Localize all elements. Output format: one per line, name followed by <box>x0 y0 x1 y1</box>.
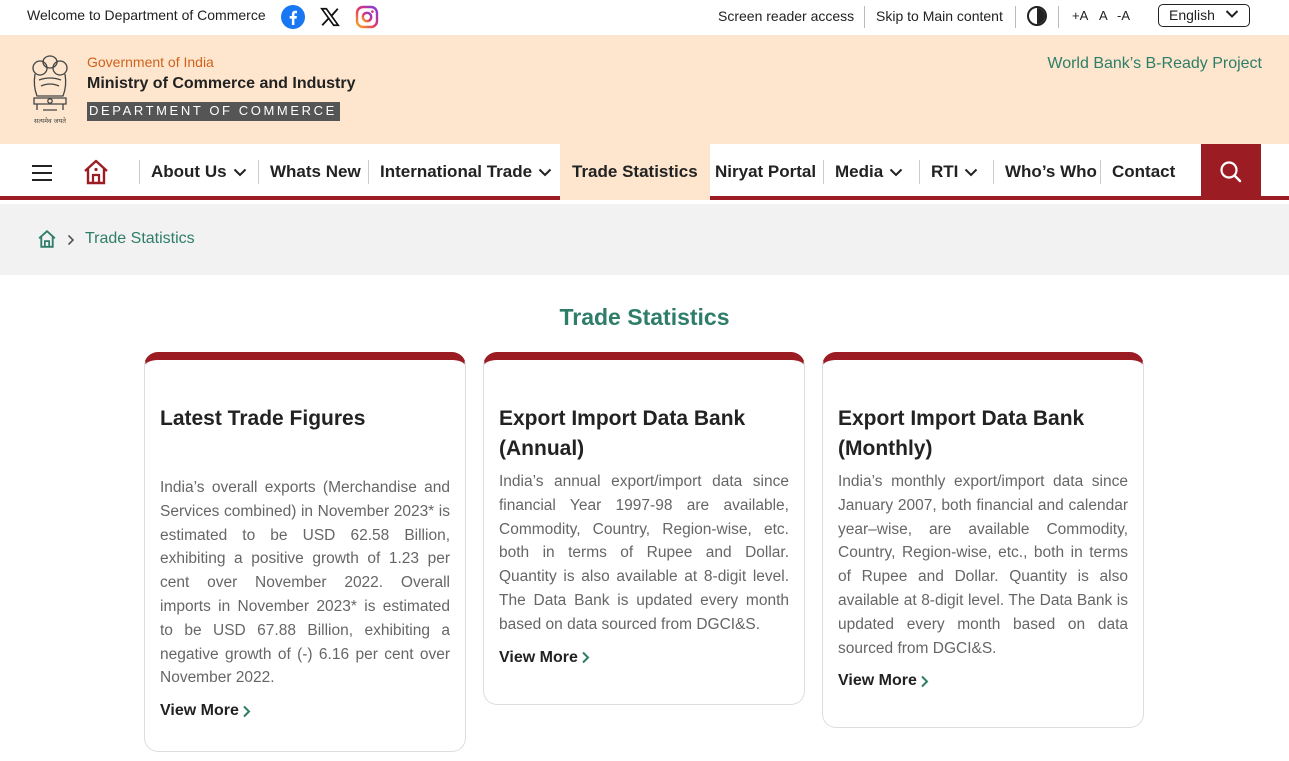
search-icon <box>1220 161 1242 183</box>
emblem-logo[interactable]: सत्यमेव जयते <box>27 52 73 128</box>
home-icon[interactable] <box>82 158 110 191</box>
card-body: India’s overall exports (Merchandise and… <box>160 479 450 687</box>
utility-bar: Welcome to Department of Commerce Screen… <box>0 0 1289 35</box>
chevron-right-icon <box>67 234 75 246</box>
nav-label: Niryat Portal <box>715 162 817 181</box>
font-normal-button[interactable]: A <box>1099 8 1108 23</box>
card-title: Latest Trade Figures <box>160 407 366 430</box>
nav-media[interactable]: Media <box>823 144 915 200</box>
card-body: India’s monthly export/import data since… <box>838 473 1128 657</box>
divider <box>1058 6 1059 28</box>
view-more-link[interactable]: View More <box>838 672 1128 690</box>
menu-icon[interactable] <box>32 165 52 181</box>
card-title: Export Import Data Bank (Monthly) <box>838 407 1085 460</box>
breadcrumb: Trade Statistics <box>0 204 1289 275</box>
nav-label: Media <box>835 162 884 181</box>
search-button[interactable] <box>1201 144 1261 200</box>
nav-rti[interactable]: RTI <box>919 144 990 200</box>
nav-label: RTI <box>931 162 959 181</box>
nav-international-trade[interactable]: International Trade <box>368 144 564 200</box>
chevron-right-icon <box>582 651 590 664</box>
chevron-down-icon <box>889 168 903 176</box>
divider <box>864 6 865 28</box>
chevron-down-icon <box>965 168 978 176</box>
view-more-link[interactable]: View More <box>160 702 450 720</box>
nav-label: Trade Statistics <box>572 162 698 181</box>
nav-label: About Us <box>151 162 227 181</box>
language-select[interactable]: English <box>1158 4 1250 27</box>
chevron-right-icon <box>921 675 929 688</box>
breadcrumb-home-icon[interactable] <box>37 229 57 254</box>
font-decrease-button[interactable]: -A <box>1117 8 1130 23</box>
card-body: India’s annual export/import data since … <box>499 473 789 633</box>
world-bank-link[interactable]: World Bank’s B-Ready Project <box>1047 55 1262 73</box>
ministry-title: Ministry of Commerce and Industry <box>87 75 356 92</box>
card-export-import-annual: Export Import Data Bank (Annual) India’s… <box>483 352 805 705</box>
nav-label: International Trade <box>380 162 533 181</box>
page-title: Trade Statistics <box>559 304 730 330</box>
x-icon[interactable] <box>317 4 343 30</box>
main-navigation: About Us Whats New International Trade T… <box>0 144 1289 200</box>
nav-label: Whats New <box>270 162 361 181</box>
chevron-down-icon <box>1225 10 1239 18</box>
emblem-caption: सत्यमेव जयते <box>34 117 66 125</box>
nav-contact[interactable]: Contact <box>1100 144 1187 200</box>
view-more-label: View More <box>838 672 917 690</box>
skip-main-link[interactable]: Skip to Main content <box>876 8 1003 24</box>
view-more-label: View More <box>160 702 239 720</box>
card-export-import-monthly: Export Import Data Bank (Monthly) India’… <box>822 352 1144 728</box>
breadcrumb-current: Trade Statistics <box>85 230 195 247</box>
divider <box>1015 6 1016 28</box>
chevron-down-icon <box>538 168 552 176</box>
nav-niryat-portal[interactable]: Niryat Portal <box>703 144 828 200</box>
contrast-icon[interactable] <box>1027 6 1047 26</box>
font-increase-button[interactable]: +A <box>1072 8 1088 23</box>
card-latest-trade-figures: Latest Trade Figures India’s overall exp… <box>144 352 466 752</box>
chevron-right-icon <box>243 705 251 717</box>
government-label: Government of India <box>87 54 214 70</box>
view-more-label: View More <box>499 648 578 666</box>
instagram-icon[interactable] <box>354 4 380 30</box>
nav-whats-new[interactable]: Whats New <box>258 144 373 200</box>
nav-trade-statistics[interactable]: Trade Statistics <box>560 144 710 200</box>
facebook-icon[interactable] <box>280 4 306 30</box>
view-more-link[interactable]: View More <box>499 649 789 667</box>
language-value: English <box>1169 7 1215 23</box>
chevron-down-icon <box>233 168 246 176</box>
screen-reader-link[interactable]: Screen reader access <box>718 8 854 24</box>
nav-label: Contact <box>1112 162 1176 181</box>
nav-whos-who[interactable]: Who’s Who <box>993 144 1109 200</box>
card-title: Export Import Data Bank (Annual) <box>499 407 746 460</box>
department-title: DEPARTMENT OF COMMERCE <box>87 102 340 121</box>
nav-about-us[interactable]: About Us <box>139 144 259 200</box>
nav-label: Who’s Who <box>1005 162 1097 181</box>
welcome-text: Welcome to Department of Commerce <box>27 7 266 23</box>
site-header: सत्यमेव जयते Government of India Ministr… <box>0 35 1289 144</box>
